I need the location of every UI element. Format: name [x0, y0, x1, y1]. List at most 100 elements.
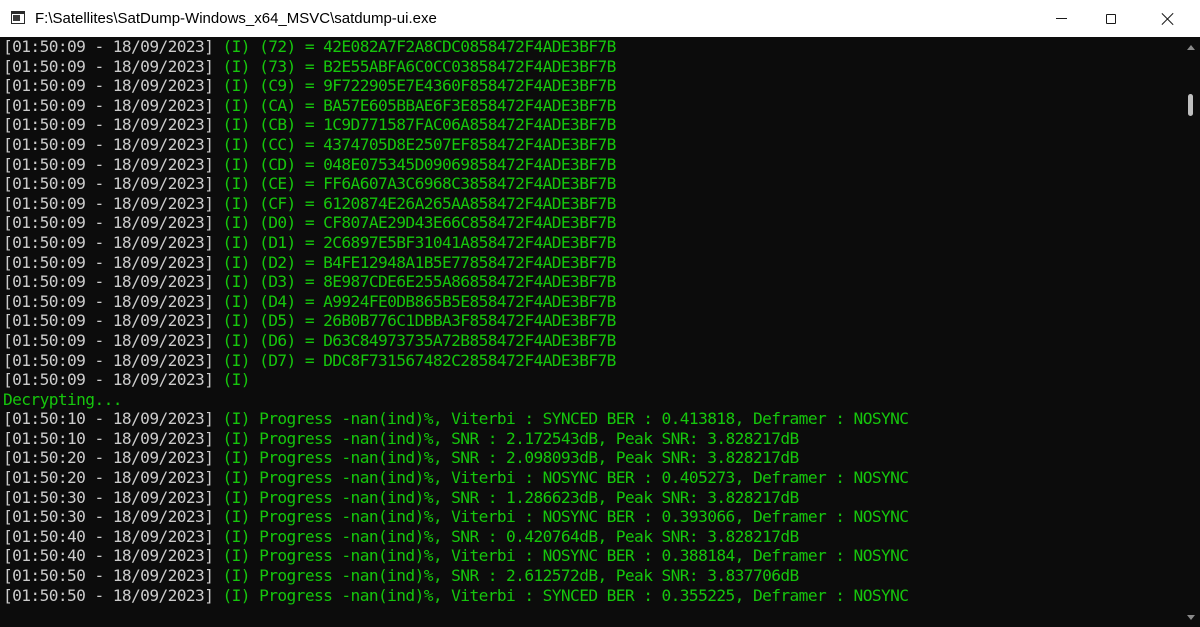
log-line: [01:50:09 - 18/09/2023] (I) (D7) = DDC8F… [0, 351, 1180, 371]
log-message: (I) (CA) = BA57E605BBAE6F3E858472F4ADE3B… [213, 95, 617, 115]
log-line: [01:50:40 - 18/09/2023] (I) Progress -na… [0, 546, 1180, 566]
window-title: F:\Satellites\SatDump-Windows_x64_MSVC\s… [35, 10, 437, 27]
log-message: (I) (73) = B2E55ABFA6C0CC03858472F4ADE3B… [213, 56, 617, 76]
log-message: (I) Progress -nan(ind)%, Viterbi : NOSYN… [213, 507, 910, 527]
log-timestamp: [01:50:40 - 18/09/2023] [3, 546, 214, 566]
log-timestamp: [01:50:09 - 18/09/2023] [3, 252, 214, 272]
log-line: [01:50:09 - 18/09/2023] (I) (CB) = 1C9D7… [0, 115, 1180, 135]
log-timestamp: [01:50:20 - 18/09/2023] [3, 448, 214, 468]
log-message: (I) (CF) = 6120874E26A265AA858472F4ADE3B… [213, 193, 617, 213]
log-timestamp: [01:50:09 - 18/09/2023] [3, 350, 214, 370]
vertical-scrollbar[interactable] [1181, 37, 1200, 627]
log-message: (I) (D4) = A9924FE0DB865B5E858472F4ADE3B… [213, 291, 617, 311]
log-message: (I) Progress -nan(ind)%, SNR : 2.612572d… [213, 566, 800, 586]
scroll-thumb[interactable] [1188, 94, 1193, 116]
log-line: [01:50:09 - 18/09/2023] (I) (D5) = 26B0B… [0, 311, 1180, 331]
log-line: [01:50:09 - 18/09/2023] (I) (73) = B2E55… [0, 57, 1180, 77]
log-message: (I) (D0) = CF807AE29D43E66C858472F4ADE3B… [213, 213, 617, 233]
maximize-button[interactable] [1088, 0, 1134, 37]
minimize-button[interactable] [1038, 0, 1084, 37]
console-window-icon[interactable] [11, 11, 25, 24]
close-icon [1161, 12, 1175, 26]
log-line: [01:50:09 - 18/09/2023] (I) (CD) = 048E0… [0, 155, 1180, 175]
log-line: [01:50:09 - 18/09/2023] (I) (D0) = CF807… [0, 213, 1180, 233]
log-message: (I) (D1) = 2C6897E5BF31041A858472F4ADE3B… [213, 232, 617, 252]
log-timestamp: [01:50:09 - 18/09/2023] [3, 272, 214, 292]
log-message: (I) (72) = 42E082A7F2A8CDC0858472F4ADE3B… [213, 37, 617, 56]
log-message: (I) (CB) = 1C9D771587FAC06A858472F4ADE3B… [213, 115, 617, 135]
log-timestamp: [01:50:09 - 18/09/2023] [3, 193, 214, 213]
title-bar[interactable]: F:\Satellites\SatDump-Windows_x64_MSVC\s… [0, 0, 1200, 37]
log-message: (I) (CD) = 048E075345D09069858472F4ADE3B… [213, 154, 617, 174]
log-message: (I) (D3) = 8E987CDE6E255A86858472F4ADE3B… [213, 272, 617, 292]
log-line: [01:50:09 - 18/09/2023] (I) (CA) = BA57E… [0, 96, 1180, 116]
log-timestamp: [01:50:10 - 18/09/2023] [3, 428, 214, 448]
log-line: [01:50:09 - 18/09/2023] (I) (D4) = A9924… [0, 292, 1180, 312]
log-line: [01:50:09 - 18/09/2023] (I) (CE) = FF6A6… [0, 174, 1180, 194]
log-message: (I) Progress -nan(ind)%, SNR : 1.286623d… [213, 487, 800, 507]
log-line: [01:50:30 - 18/09/2023] (I) Progress -na… [0, 507, 1180, 527]
log-timestamp: [01:50:09 - 18/09/2023] [3, 115, 214, 135]
log-line: [01:50:10 - 18/09/2023] (I) Progress -na… [0, 409, 1180, 429]
log-message: Decrypting... [3, 389, 123, 409]
arrow-down-icon [1186, 614, 1195, 620]
log-line: [01:50:09 - 18/09/2023] (I) (CF) = 61208… [0, 194, 1180, 214]
log-line: [01:50:09 - 18/09/2023] (I) (D2) = B4FE1… [0, 253, 1180, 273]
scroll-up-button[interactable] [1181, 39, 1200, 55]
log-line: [01:50:09 - 18/09/2023] (I) (D6) = D63C8… [0, 331, 1180, 351]
maximize-icon [1106, 13, 1116, 24]
log-message: (I) Progress -nan(ind)%, SNR : 2.172543d… [213, 428, 800, 448]
log-line: [01:50:09 - 18/09/2023] (I) (D3) = 8E987… [0, 272, 1180, 292]
arrow-up-icon [1186, 44, 1195, 50]
log-timestamp: [01:50:10 - 18/09/2023] [3, 409, 214, 429]
log-timestamp: [01:50:50 - 18/09/2023] [3, 566, 214, 586]
log-message: (I) Progress -nan(ind)%, Viterbi : SYNCE… [213, 585, 910, 605]
log-message: (I) (C9) = 9F722905E7E4360F858472F4ADE3B… [213, 76, 617, 96]
log-line: [01:50:30 - 18/09/2023] (I) Progress -na… [0, 488, 1180, 508]
log-timestamp: [01:50:40 - 18/09/2023] [3, 526, 214, 546]
log-line: [01:50:20 - 18/09/2023] (I) Progress -na… [0, 468, 1180, 488]
log-message: (I) (D5) = 26B0B776C1DBBA3F858472F4ADE3B… [213, 311, 617, 331]
log-timestamp: [01:50:09 - 18/09/2023] [3, 311, 214, 331]
log-message: (I) Progress -nan(ind)%, Viterbi : NOSYN… [213, 546, 910, 566]
log-timestamp: [01:50:09 - 18/09/2023] [3, 232, 214, 252]
log-message: (I) Progress -nan(ind)%, SNR : 0.420764d… [213, 526, 800, 546]
console-window: F:\Satellites\SatDump-Windows_x64_MSVC\s… [0, 0, 1200, 627]
log-timestamp: [01:50:09 - 18/09/2023] [3, 154, 214, 174]
log-line: [01:50:50 - 18/09/2023] (I) Progress -na… [0, 586, 1180, 606]
log-timestamp: [01:50:09 - 18/09/2023] [3, 76, 214, 96]
log-line: [01:50:10 - 18/09/2023] (I) Progress -na… [0, 429, 1180, 449]
log-timestamp: [01:50:09 - 18/09/2023] [3, 56, 214, 76]
minimize-icon [1055, 18, 1067, 19]
close-button[interactable] [1145, 0, 1191, 37]
scroll-down-button[interactable] [1181, 609, 1200, 625]
log-timestamp: [01:50:09 - 18/09/2023] [3, 330, 214, 350]
log-message: (I) Progress -nan(ind)%, SNR : 2.098093d… [213, 448, 800, 468]
log-line: [01:50:09 - 18/09/2023] (I) (72) = 42E08… [0, 37, 1180, 57]
log-timestamp: [01:50:09 - 18/09/2023] [3, 213, 214, 233]
log-line: Decrypting... [0, 390, 1180, 410]
log-line: [01:50:09 - 18/09/2023] (I) (D1) = 2C689… [0, 233, 1180, 253]
log-timestamp: [01:50:09 - 18/09/2023] [3, 174, 214, 194]
log-line: [01:50:20 - 18/09/2023] (I) Progress -na… [0, 448, 1180, 468]
log-timestamp: [01:50:30 - 18/09/2023] [3, 507, 214, 527]
log-message: (I) (D6) = D63C84973735A72B858472F4ADE3B… [213, 330, 617, 350]
log-message: (I) (D2) = B4FE12948A1B5E77858472F4ADE3B… [213, 252, 617, 272]
console-output[interactable]: [01:50:09 - 18/09/2023] (I) (72) = 42E08… [0, 37, 1180, 627]
log-timestamp: [01:50:50 - 18/09/2023] [3, 585, 214, 605]
log-timestamp: [01:50:09 - 18/09/2023] [3, 95, 214, 115]
log-timestamp: [01:50:09 - 18/09/2023] [3, 291, 214, 311]
log-message: (I) [213, 370, 251, 390]
log-timestamp: [01:50:30 - 18/09/2023] [3, 487, 214, 507]
log-line: [01:50:40 - 18/09/2023] (I) Progress -na… [0, 527, 1180, 547]
log-timestamp: [01:50:09 - 18/09/2023] [3, 370, 214, 390]
log-line: [01:50:09 - 18/09/2023] (I) (CC) = 43747… [0, 135, 1180, 155]
log-line: [01:50:09 - 18/09/2023] (I) [0, 370, 1180, 390]
log-message: (I) (CE) = FF6A607A3C6968C3858472F4ADE3B… [213, 174, 617, 194]
log-message: (I) (CC) = 4374705D8E2507EF858472F4ADE3B… [213, 134, 617, 154]
log-message: (I) Progress -nan(ind)%, Viterbi : SYNCE… [213, 409, 910, 429]
log-timestamp: [01:50:09 - 18/09/2023] [3, 134, 214, 154]
log-message: (I) (D7) = DDC8F731567482C2858472F4ADE3B… [213, 350, 617, 370]
log-line: [01:50:50 - 18/09/2023] (I) Progress -na… [0, 566, 1180, 586]
log-line: [01:50:09 - 18/09/2023] (I) (C9) = 9F722… [0, 76, 1180, 96]
